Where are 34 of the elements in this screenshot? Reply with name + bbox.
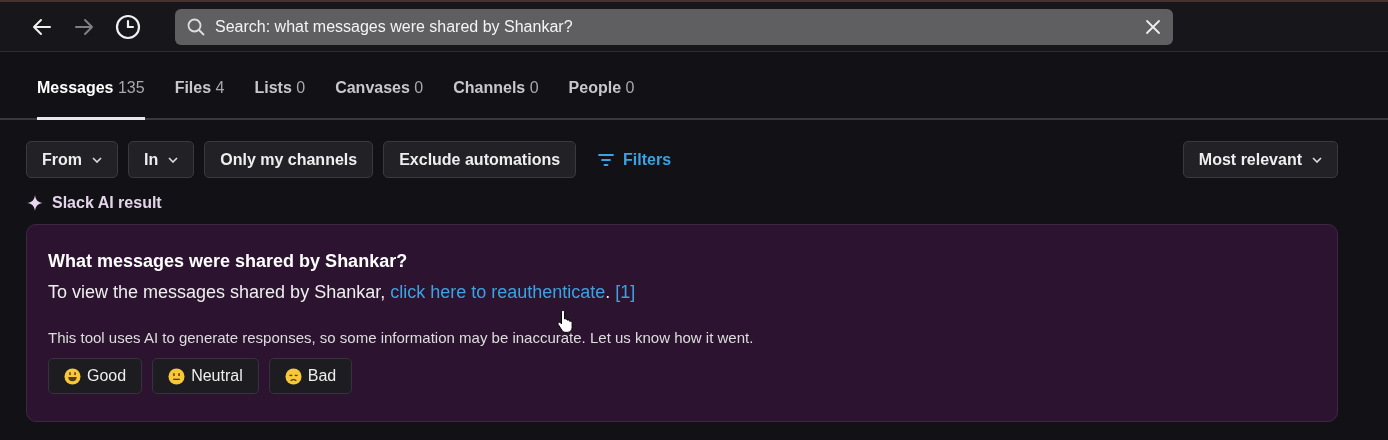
tab[interactable]: People 0 <box>568 79 635 120</box>
answer-text: To view the messages shared by Shankar, click here to reauthenticate. [1] <box>48 282 637 303</box>
pointer-cursor-icon <box>557 309 575 333</box>
tab[interactable]: Channels 0 <box>453 79 539 120</box>
filter-icon <box>598 152 615 167</box>
clock-icon[interactable] <box>115 13 141 40</box>
section-heading: Slack AI result <box>52 194 162 212</box>
feedback-button[interactable]: Good <box>48 358 143 394</box>
tab[interactable]: Canvases 0 <box>335 79 424 120</box>
chevron-down-icon <box>168 156 179 163</box>
tab[interactable]: Lists 0 <box>254 79 306 120</box>
citation-link[interactable]: [1] <box>615 282 636 302</box>
search-bar[interactable]: Search: what messages were shared by Shankar? <box>175 8 1173 45</box>
question-title: What messages were shared by Shankar? <box>48 251 409 272</box>
filters-button[interactable]: Filters <box>586 150 684 169</box>
filter-dropdown[interactable]: In <box>128 141 195 178</box>
feedback-button[interactable]: Neutral <box>152 358 259 394</box>
filter-button[interactable]: Only my channels <box>204 141 374 178</box>
filter-dropdown[interactable]: From <box>26 141 118 178</box>
feedback-button[interactable]: Bad <box>268 358 353 394</box>
tab[interactable]: Messages 135 <box>37 79 145 120</box>
sort-dropdown[interactable]: Most relevant <box>1182 141 1338 178</box>
sparkle-icon <box>27 195 43 211</box>
disclaimer-text: This tool uses AI to generate responses, so some information may be inaccurate. Let us know how it went. <box>48 329 755 346</box>
chevron-down-icon <box>1312 156 1322 163</box>
good-emoji-icon <box>64 367 81 385</box>
neutral-emoji-icon <box>168 367 186 385</box>
bad-emoji-icon <box>284 367 302 385</box>
close-icon[interactable] <box>1145 18 1161 35</box>
chevron-down-icon <box>92 156 102 163</box>
filter-button[interactable]: Exclude automations <box>383 141 577 178</box>
search-icon <box>187 17 205 36</box>
reauthenticate-link[interactable]: click here to reauthenticate <box>390 282 606 302</box>
tab[interactable]: Files 4 <box>174 79 225 120</box>
